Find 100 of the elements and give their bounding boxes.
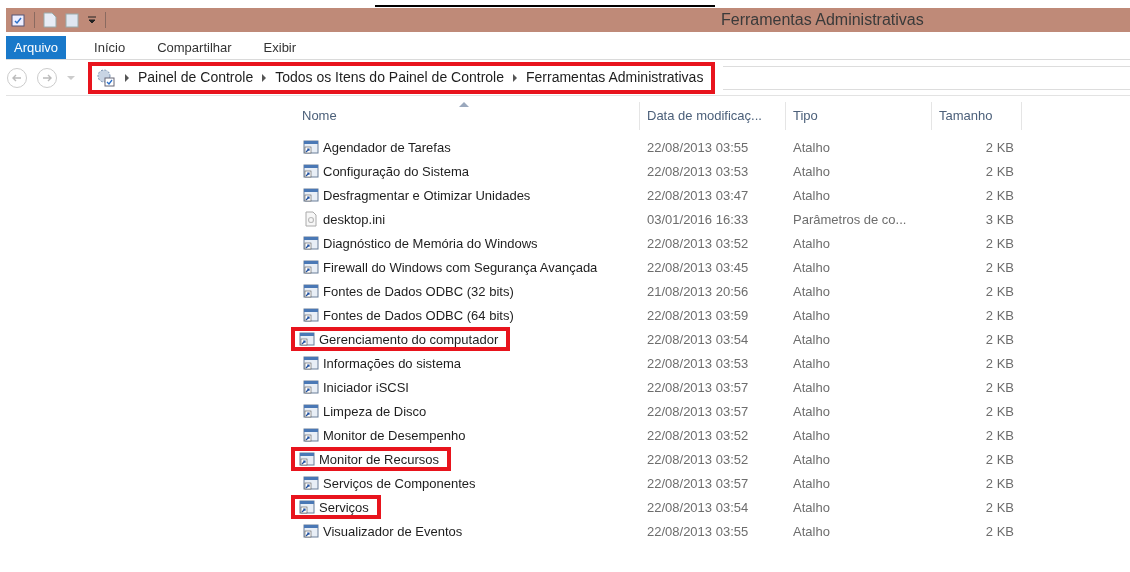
shortcut-icon <box>303 427 319 444</box>
file-list-item[interactable]: Informações do sistema <box>295 351 461 376</box>
type-cell-text: Atalho <box>792 523 831 542</box>
date-cell-text: 22/08/2013 03:57 <box>646 403 750 422</box>
breadcrumb-item[interactable]: Ferramentas Administrativas <box>526 67 704 88</box>
back-icon[interactable] <box>6 66 28 89</box>
shortcut-icon <box>303 475 319 492</box>
shortcut-icon <box>303 379 319 396</box>
dropdown-icon[interactable] <box>87 15 97 25</box>
file-list-item[interactable]: Diagnóstico de Memória do Windows <box>295 231 538 256</box>
file-list-item[interactable]: Monitor de Desempenho <box>295 423 466 448</box>
date-cell-text: 03/01/2016 16:33 <box>646 211 750 230</box>
size-cell-text: 2 KB <box>984 331 1015 350</box>
type-cell-text: Atalho <box>792 475 831 494</box>
shortcut-icon <box>303 523 319 540</box>
type-cell-text: Atalho <box>792 139 831 158</box>
date-cell-text: 22/08/2013 03:52 <box>646 235 750 254</box>
shortcut-icon <box>303 163 319 180</box>
properties-icon[interactable] <box>10 12 26 28</box>
date-cell-text: 22/08/2013 03:55 <box>646 139 750 158</box>
file-list-item[interactable]: Desfragmentar e Otimizar Unidades <box>295 183 531 208</box>
file-list-item[interactable]: Visualizador de Eventos <box>295 519 463 544</box>
date-cell-text: 21/08/2013 20:56 <box>646 283 750 302</box>
column-header[interactable]: Tamanho <box>932 102 1022 130</box>
shortcut-icon <box>303 187 319 204</box>
size-cell-text: 2 KB <box>984 355 1015 374</box>
shortcut-icon <box>303 403 319 420</box>
file-list-item[interactable]: Firewall do Windows com Segurança Avançada <box>295 255 598 280</box>
file-list-item[interactable]: Fontes de Dados ODBC (32 bits) <box>295 279 514 304</box>
size-cell-text: 2 KB <box>984 163 1015 182</box>
shortcut-icon <box>303 235 319 252</box>
date-cell-text: 22/08/2013 03:54 <box>646 499 750 518</box>
date-cell-text: 22/08/2013 03:52 <box>646 451 750 470</box>
breadcrumb-item[interactable]: Painel de Controle <box>138 67 254 88</box>
breadcrumb-arrow-icon[interactable] <box>261 73 268 82</box>
document-icon[interactable] <box>43 12 57 28</box>
size-cell-text: 2 KB <box>984 187 1015 206</box>
column-header[interactable]: Data de modificaç... <box>640 102 786 130</box>
type-cell-text: Atalho <box>792 235 831 254</box>
control-panel-icon <box>96 67 116 88</box>
file-list-item[interactable]: Agendador de Tarefas <box>295 135 451 160</box>
sort-ascending-icon <box>459 102 469 107</box>
date-cell-text: 22/08/2013 03:53 <box>646 163 750 182</box>
breadcrumb-arrow-icon[interactable] <box>124 73 130 82</box>
ribbon-tab[interactable]: Início <box>78 36 142 59</box>
file-list-item[interactable]: Gerenciamento do computador <box>291 327 511 352</box>
shortcut-icon <box>299 331 315 348</box>
size-cell-text: 2 KB <box>984 475 1015 494</box>
size-cell-text: 2 KB <box>984 139 1015 158</box>
size-cell-text: 2 KB <box>984 379 1015 398</box>
date-cell-text: 22/08/2013 03:47 <box>646 187 750 206</box>
column-header[interactable]: Tipo <box>786 102 932 130</box>
ribbon-tab[interactable]: Arquivo <box>6 36 67 59</box>
file-list-item[interactable]: Serviços <box>291 495 381 520</box>
date-cell-text: 22/08/2013 03:53 <box>646 355 750 374</box>
ribbon-tab[interactable]: Exibir <box>247 36 313 59</box>
shortcut-icon <box>303 355 319 372</box>
file-list-item[interactable]: Configuração do Sistema <box>295 159 469 184</box>
type-cell-text: Atalho <box>792 355 831 374</box>
size-cell-text: 2 KB <box>984 523 1015 542</box>
shortcut-icon <box>299 451 315 468</box>
type-cell-text: Atalho <box>792 403 831 422</box>
type-cell-text: Atalho <box>792 499 831 518</box>
type-cell-text: Atalho <box>792 427 831 446</box>
size-cell-text: 2 KB <box>984 451 1015 470</box>
file-list-item[interactable]: Monitor de Recursos <box>291 447 451 472</box>
date-cell-text: 22/08/2013 03:54 <box>646 331 750 350</box>
size-cell-text: 2 KB <box>984 427 1015 446</box>
breadcrumb-item[interactable]: Todos os Itens do Painel de Controle <box>275 67 504 88</box>
shortcut-icon <box>303 259 319 276</box>
shortcut-icon <box>303 307 319 324</box>
shortcut-icon <box>299 499 315 516</box>
shortcut-icon <box>303 139 319 156</box>
file-list-item[interactable]: Iniciador iSCSI <box>295 375 409 400</box>
file-list-item[interactable]: desktop.ini <box>295 207 386 232</box>
type-cell-text: Atalho <box>792 331 831 350</box>
type-cell-text: Atalho <box>792 187 831 206</box>
chevron-down-icon[interactable] <box>66 74 76 81</box>
date-cell-text: 22/08/2013 03:55 <box>646 523 750 542</box>
address-bar[interactable]: Painel de Controle Todos os Itens do Painel de Controle Ferramentas Administrativas <box>88 61 716 94</box>
shortcut-icon <box>303 283 319 300</box>
window-title: Ferramentas Administrativas <box>721 10 924 30</box>
size-cell-text: 2 KB <box>984 307 1015 326</box>
forward-icon[interactable] <box>36 66 58 89</box>
date-cell-text: 22/08/2013 03:59 <box>646 307 750 326</box>
type-cell-text: Atalho <box>792 283 831 302</box>
ribbon-tab[interactable]: Compartilhar <box>141 36 248 59</box>
size-cell-text: 2 KB <box>984 235 1015 254</box>
type-cell-text: Atalho <box>792 307 831 326</box>
type-cell-text: Atalho <box>792 163 831 182</box>
size-cell-text: 2 KB <box>984 283 1015 302</box>
folder-icon[interactable] <box>65 12 79 28</box>
file-list-item[interactable]: Fontes de Dados ODBC (64 bits) <box>295 303 514 328</box>
file-list-item[interactable]: Serviços de Componentes <box>295 471 476 496</box>
date-cell-text: 22/08/2013 03:52 <box>646 427 750 446</box>
date-cell-text: 22/08/2013 03:57 <box>646 475 750 494</box>
breadcrumb-arrow-icon[interactable] <box>512 73 518 82</box>
type-cell-text: Atalho <box>792 451 831 470</box>
date-cell-text: 22/08/2013 03:57 <box>646 379 750 398</box>
file-list-item[interactable]: Limpeza de Disco <box>295 399 427 424</box>
